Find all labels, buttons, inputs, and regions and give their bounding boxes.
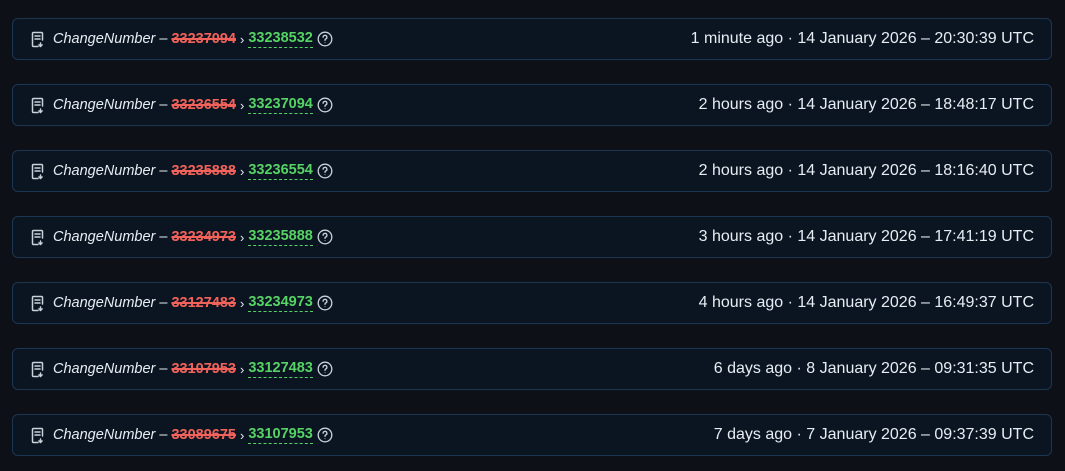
dot-separator: · — [787, 96, 793, 113]
document-change-icon — [29, 360, 47, 378]
absolute-time: 14 January 2026 – 16:49:37 UTC — [797, 294, 1034, 311]
relative-time: 2 hours ago — [698, 162, 784, 179]
document-change-icon — [29, 294, 47, 312]
old-value: 33235888 — [171, 163, 236, 179]
relative-time: 7 days ago — [713, 426, 793, 443]
change-timestamp: 2 hours ago · 14 January 2026 – 18:16:40… — [699, 162, 1034, 180]
help-circle-icon[interactable] — [317, 295, 333, 311]
dot-separator: · — [787, 294, 793, 311]
relative-time: 6 days ago — [713, 360, 793, 377]
absolute-time: 14 January 2026 – 17:41:19 UTC — [797, 228, 1034, 245]
relative-time: 4 hours ago — [698, 294, 784, 311]
relative-time: 1 minute ago — [690, 30, 784, 47]
change-timestamp: 7 days ago · 7 January 2026 – 09:37:39 U… — [714, 426, 1034, 444]
dash-separator: – — [159, 31, 168, 47]
change-key: ChangeNumber — [53, 229, 156, 245]
new-value[interactable]: 33238532 — [248, 30, 313, 48]
absolute-time: 7 January 2026 – 09:37:39 UTC — [806, 426, 1034, 443]
help-circle-icon[interactable] — [317, 361, 333, 377]
change-summary: ChangeNumber – 33127483 › 33234973 — [29, 294, 333, 312]
document-change-icon — [29, 426, 47, 444]
change-row[interactable]: ChangeNumber – 33236554 › 33237094 2 hou… — [12, 84, 1052, 126]
new-value[interactable]: 33237094 — [248, 96, 313, 114]
change-timestamp: 3 hours ago · 14 January 2026 – 17:41:19… — [699, 228, 1034, 246]
dot-separator: · — [787, 162, 793, 179]
new-value[interactable]: 33107953 — [248, 426, 313, 444]
change-key: ChangeNumber — [53, 163, 156, 179]
change-timestamp: 4 hours ago · 14 January 2026 – 16:49:37… — [699, 294, 1034, 312]
change-summary: ChangeNumber – 33089675 › 33107953 — [29, 426, 333, 444]
new-value[interactable]: 33235888 — [248, 228, 313, 246]
arrow-separator: › — [239, 97, 245, 113]
arrow-separator: › — [239, 295, 245, 311]
help-circle-icon[interactable] — [317, 97, 333, 113]
change-timestamp: 2 hours ago · 14 January 2026 – 18:48:17… — [699, 96, 1034, 114]
dash-separator: – — [159, 229, 168, 245]
dash-separator: – — [159, 427, 168, 443]
dash-separator: – — [159, 97, 168, 113]
new-value[interactable]: 33127483 — [248, 360, 313, 378]
arrow-separator: › — [239, 427, 245, 443]
document-change-icon — [29, 96, 47, 114]
change-key: ChangeNumber — [53, 361, 156, 377]
old-value: 33234973 — [171, 229, 236, 245]
relative-time: 2 hours ago — [698, 96, 784, 113]
document-change-icon — [29, 30, 47, 48]
old-value: 33089675 — [171, 427, 236, 443]
new-value[interactable]: 33234973 — [248, 294, 313, 312]
dot-separator: · — [787, 30, 793, 47]
change-key: ChangeNumber — [53, 427, 156, 443]
help-circle-icon[interactable] — [317, 427, 333, 443]
change-history-list: ChangeNumber – 33237094 › 33238532 1 min… — [0, 0, 1065, 471]
change-row[interactable]: ChangeNumber – 33234973 › 33235888 3 hou… — [12, 216, 1052, 258]
arrow-separator: › — [239, 229, 245, 245]
absolute-time: 14 January 2026 – 18:48:17 UTC — [797, 96, 1034, 113]
change-key: ChangeNumber — [53, 31, 156, 47]
change-summary: ChangeNumber – 33107953 › 33127483 — [29, 360, 333, 378]
change-summary: ChangeNumber – 33234973 › 33235888 — [29, 228, 333, 246]
absolute-time: 14 January 2026 – 18:16:40 UTC — [797, 162, 1034, 179]
change-key: ChangeNumber — [53, 295, 156, 311]
change-row[interactable]: ChangeNumber – 33127483 › 33234973 4 hou… — [12, 282, 1052, 324]
relative-time: 3 hours ago — [698, 228, 784, 245]
dot-separator: · — [796, 360, 802, 377]
dot-separator: · — [796, 426, 802, 443]
change-key: ChangeNumber — [53, 97, 156, 113]
dash-separator: – — [159, 361, 168, 377]
absolute-time: 14 January 2026 – 20:30:39 UTC — [797, 30, 1034, 47]
document-change-icon — [29, 162, 47, 180]
change-summary: ChangeNumber – 33236554 › 33237094 — [29, 96, 333, 114]
document-change-icon — [29, 228, 47, 246]
change-row[interactable]: ChangeNumber – 33089675 › 33107953 7 day… — [12, 414, 1052, 456]
dash-separator: – — [159, 295, 168, 311]
arrow-separator: › — [239, 163, 245, 179]
change-timestamp: 1 minute ago · 14 January 2026 – 20:30:3… — [691, 30, 1034, 48]
help-circle-icon[interactable] — [317, 31, 333, 47]
help-circle-icon[interactable] — [317, 163, 333, 179]
change-row[interactable]: ChangeNumber – 33107953 › 33127483 6 day… — [12, 348, 1052, 390]
new-value[interactable]: 33236554 — [248, 162, 313, 180]
change-row[interactable]: ChangeNumber – 33237094 › 33238532 1 min… — [12, 18, 1052, 60]
old-value: 33127483 — [171, 295, 236, 311]
change-timestamp: 6 days ago · 8 January 2026 – 09:31:35 U… — [714, 360, 1034, 378]
arrow-separator: › — [239, 31, 245, 47]
change-summary: ChangeNumber – 33235888 › 33236554 — [29, 162, 333, 180]
dash-separator: – — [159, 163, 168, 179]
change-row[interactable]: ChangeNumber – 33235888 › 33236554 2 hou… — [12, 150, 1052, 192]
absolute-time: 8 January 2026 – 09:31:35 UTC — [806, 360, 1034, 377]
change-summary: ChangeNumber – 33237094 › 33238532 — [29, 30, 333, 48]
old-value: 33237094 — [171, 31, 236, 47]
help-circle-icon[interactable] — [317, 229, 333, 245]
dot-separator: · — [787, 228, 793, 245]
old-value: 33236554 — [171, 97, 236, 113]
arrow-separator: › — [239, 361, 245, 377]
old-value: 33107953 — [171, 361, 236, 377]
